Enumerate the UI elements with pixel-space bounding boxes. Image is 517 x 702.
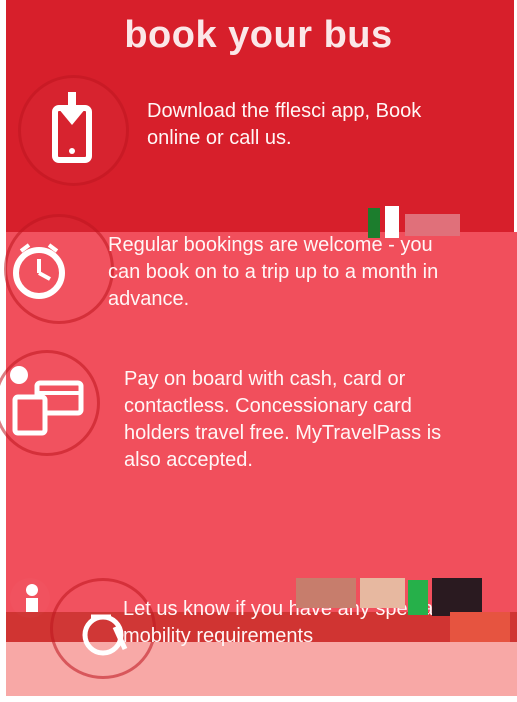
glitch-block [385,206,399,238]
glitch-block [368,208,380,238]
feature-payment-text: Pay on board with cash, card or contactl… [124,368,442,471]
glitch-block [296,578,356,608]
glitch-block [360,578,405,608]
feature-download-text: Download the fflesci app, Book online or… [147,100,422,149]
feature-booking-text: Regular bookings are welcome - you can b… [108,234,439,310]
phone-download-icon [18,75,129,186]
card-payment-icon [0,350,100,456]
glitch-block [408,580,428,615]
clock-icon [4,214,114,324]
glitch-block [432,578,482,616]
page-title: book your bus [124,14,393,56]
glitch-block [405,214,460,236]
glitch-block [450,612,510,642]
person-icon [10,578,50,618]
